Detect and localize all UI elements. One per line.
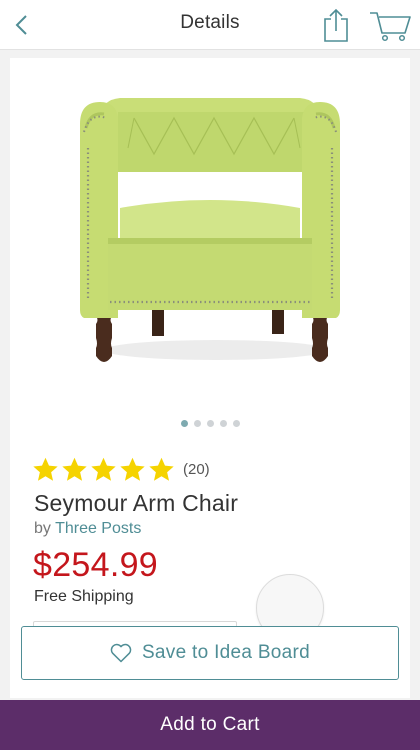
page-title: Details xyxy=(180,12,240,33)
cart-icon xyxy=(370,12,411,42)
pagination-dot-3[interactable] xyxy=(206,420,214,427)
product-card: (20) Seymour Arm Chair by Three Posts $2… xyxy=(10,58,410,698)
brand-prefix: by xyxy=(34,520,51,537)
pagination-dot-1[interactable] xyxy=(180,420,188,427)
star-icon xyxy=(91,457,116,481)
pagination-dot-2[interactable] xyxy=(193,420,201,427)
star-rating xyxy=(32,456,175,483)
product-title: Seymour Arm Chair xyxy=(34,490,239,516)
armchair-product-image[interactable] xyxy=(76,88,344,370)
add-to-cart-button[interactable]: Add to Cart xyxy=(0,700,420,750)
cart-button[interactable] xyxy=(366,6,414,46)
brand-line: by Three Posts xyxy=(34,520,141,538)
review-count[interactable]: (20) xyxy=(183,461,210,478)
top-nav-bar: Details xyxy=(0,0,420,50)
add-to-cart-label: Add to Cart xyxy=(160,714,260,735)
rating-row[interactable]: (20) xyxy=(32,454,210,484)
share-button[interactable] xyxy=(318,4,354,46)
image-pagination-dots xyxy=(10,420,410,430)
star-icon xyxy=(149,457,174,481)
star-icon xyxy=(33,457,58,481)
shipping-info: Free Shipping xyxy=(34,588,134,605)
product-details-screen: Details (20) Seymour Arm Chair by Three … xyxy=(0,0,420,750)
heart-outline-icon xyxy=(110,643,132,663)
star-icon xyxy=(62,457,87,481)
idea-board-label: Save to Idea Board xyxy=(141,642,311,663)
share-icon xyxy=(324,8,348,42)
pagination-dot-5[interactable] xyxy=(232,420,240,427)
product-price: $254.99 xyxy=(33,546,159,584)
brand-link[interactable]: Three Posts xyxy=(55,520,141,537)
pagination-dot-4[interactable] xyxy=(219,420,227,427)
star-icon xyxy=(120,457,145,481)
save-to-idea-board-button[interactable]: Save to Idea Board xyxy=(21,626,399,680)
